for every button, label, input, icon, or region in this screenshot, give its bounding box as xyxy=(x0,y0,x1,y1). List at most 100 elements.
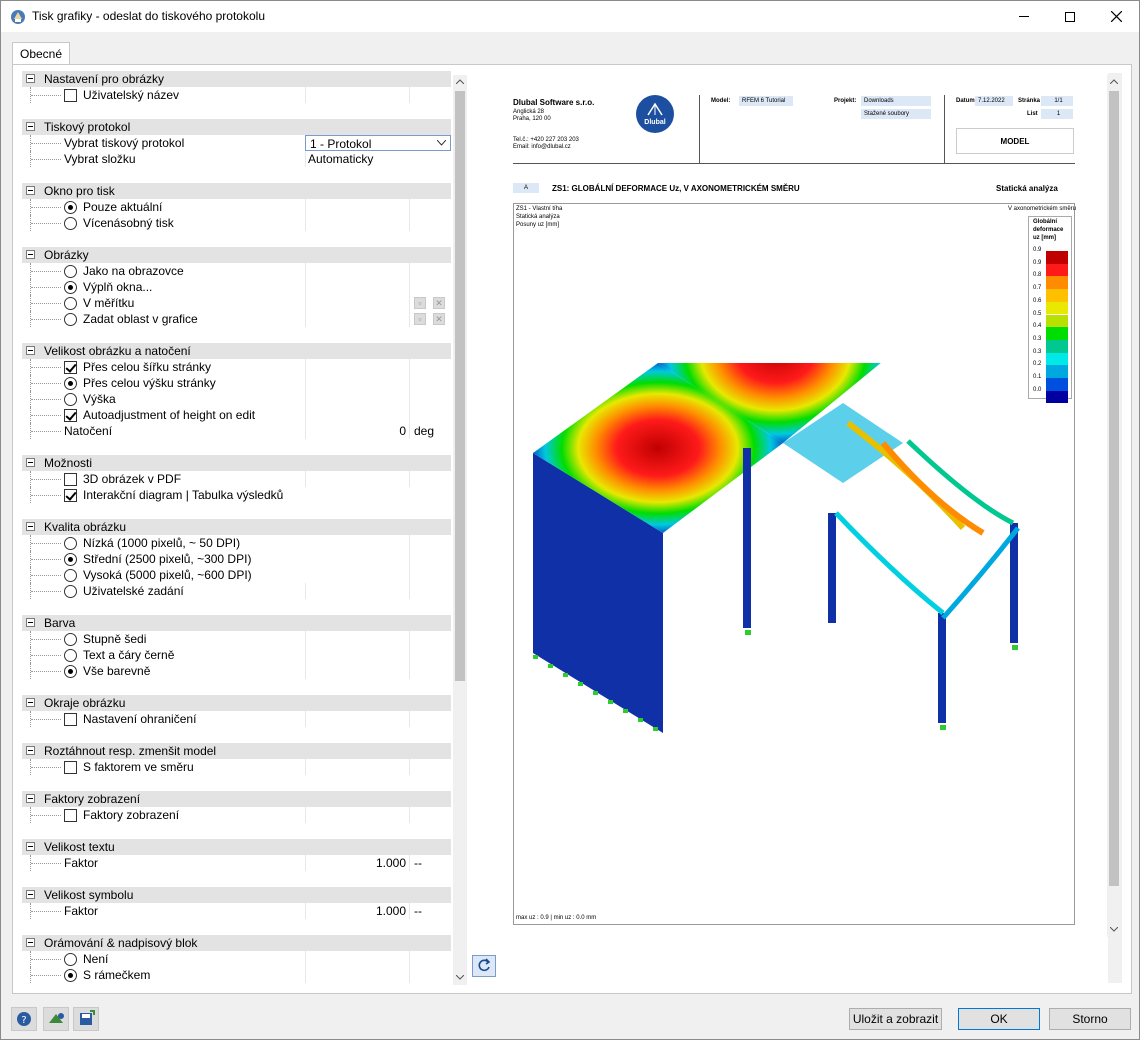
quality-low-radio[interactable] xyxy=(64,537,77,550)
minimize-button[interactable] xyxy=(1001,1,1047,32)
ok-button[interactable]: OK xyxy=(958,1008,1040,1030)
scroll-down-icon[interactable] xyxy=(456,975,464,980)
option-all-color[interactable]: Vše barevně xyxy=(22,663,451,679)
refresh-preview-button[interactable] xyxy=(472,955,496,977)
option-define-area[interactable]: Zadat oblast v grafice ▫ ✕ xyxy=(22,311,451,327)
clear-scale-icon[interactable]: ✕ xyxy=(433,297,445,309)
section-color[interactable]: Barva xyxy=(22,615,451,631)
option-current-only[interactable]: Pouze aktuální xyxy=(22,199,451,215)
interaction-diagram-checkbox[interactable] xyxy=(64,489,77,502)
section-display-factors[interactable]: Faktory zobrazení xyxy=(22,791,451,807)
quality-high-radio[interactable] xyxy=(64,569,77,582)
protocol-select[interactable]: 1 - Protokol xyxy=(305,135,451,151)
units-button[interactable] xyxy=(43,1007,69,1031)
section-frame-titleblock[interactable]: Orámování & nadpisový blok xyxy=(22,935,451,951)
all-color-radio[interactable] xyxy=(64,665,77,678)
quality-user-radio[interactable] xyxy=(64,585,77,598)
settings-scrollbar[interactable] xyxy=(453,75,467,985)
section-image-settings[interactable]: Nastavení pro obrázky xyxy=(22,71,451,87)
tab-general[interactable]: Obecné xyxy=(12,42,70,65)
text-factor-input[interactable]: 1.000 xyxy=(308,856,406,870)
collapse-icon[interactable] xyxy=(26,122,35,131)
section-text-size[interactable]: Velikost textu xyxy=(22,839,451,855)
define-area-radio[interactable] xyxy=(64,313,77,326)
collapse-icon[interactable] xyxy=(26,794,35,803)
collapse-icon[interactable] xyxy=(26,890,35,899)
section-image-quality[interactable]: Kvalita obrázku xyxy=(22,519,451,535)
settings-scroll-thumb[interactable] xyxy=(455,91,465,681)
border-settings-checkbox[interactable] xyxy=(64,713,77,726)
edit-scale-icon[interactable]: ▫ xyxy=(414,297,426,309)
section-image-margins[interactable]: Okraje obrázku xyxy=(22,695,451,711)
collapse-icon[interactable] xyxy=(26,698,35,707)
option-quality-user[interactable]: Uživatelské zadání xyxy=(22,583,451,599)
help-button[interactable]: ? xyxy=(11,1007,37,1031)
save-settings-button[interactable] xyxy=(73,1007,99,1031)
no-frame-radio[interactable] xyxy=(64,953,77,966)
preview-scroll-thumb[interactable] xyxy=(1109,91,1119,886)
collapse-icon[interactable] xyxy=(26,618,35,627)
collapse-icon[interactable] xyxy=(26,346,35,355)
as-on-screen-radio[interactable] xyxy=(64,265,77,278)
current-only-radio[interactable] xyxy=(64,201,77,214)
user-name-checkbox[interactable] xyxy=(64,89,77,102)
preview-scrollbar[interactable] xyxy=(1107,75,1121,937)
collapse-icon[interactable] xyxy=(26,938,35,947)
section-stretch-model[interactable]: Roztáhnout resp. zmenšit model xyxy=(22,743,451,759)
collapse-icon[interactable] xyxy=(26,746,35,755)
height-radio[interactable] xyxy=(64,393,77,406)
save-and-show-button[interactable]: Uložit a zobrazit xyxy=(849,1008,942,1030)
fill-window-radio[interactable] xyxy=(64,281,77,294)
multiple-print-radio[interactable] xyxy=(64,217,77,230)
scroll-up-icon[interactable] xyxy=(456,79,464,84)
option-grayscale[interactable]: Stupně šedi xyxy=(22,631,451,647)
grayscale-radio[interactable] xyxy=(64,633,77,646)
section-print-window[interactable]: Okno pro tisk xyxy=(22,183,451,199)
option-user-name[interactable]: Uživatelský název xyxy=(22,87,451,103)
cancel-button[interactable]: Storno xyxy=(1049,1008,1131,1030)
scroll-down-icon[interactable] xyxy=(1110,927,1118,932)
option-fill-window[interactable]: Výplň okna... xyxy=(22,279,451,295)
with-frame-radio[interactable] xyxy=(64,969,77,982)
option-full-width[interactable]: Přes celou šířku stránky xyxy=(22,359,451,375)
option-border-settings[interactable]: Nastavení ohraničení xyxy=(22,711,451,727)
option-display-factors[interactable]: Faktory zobrazení xyxy=(22,807,451,823)
option-height[interactable]: Výška xyxy=(22,391,451,407)
collapse-icon[interactable] xyxy=(26,186,35,195)
symbol-factor-input[interactable]: 1.000 xyxy=(308,904,406,918)
close-button[interactable] xyxy=(1093,1,1139,32)
option-as-on-screen[interactable]: Jako na obrazovce xyxy=(22,263,451,279)
clear-area-icon[interactable]: ✕ xyxy=(433,313,445,325)
section-image-size-rotation[interactable]: Velikost obrázku a natočení xyxy=(22,343,451,359)
option-black-lines[interactable]: Text a čáry černě xyxy=(22,647,451,663)
collapse-icon[interactable] xyxy=(26,458,35,467)
to-scale-radio[interactable] xyxy=(64,297,77,310)
option-quality-high[interactable]: Vysoká (5000 pixelů, ~600 DPI) xyxy=(22,567,451,583)
collapse-icon[interactable] xyxy=(26,522,35,531)
option-to-scale[interactable]: V měřítku ▫ ✕ xyxy=(22,295,451,311)
section-print-protocol[interactable]: Tiskový protokol xyxy=(22,119,451,135)
option-with-frame[interactable]: S rámečkem xyxy=(22,967,451,983)
section-options[interactable]: Možnosti xyxy=(22,455,451,471)
option-3d-pdf[interactable]: 3D obrázek v PDF xyxy=(22,471,451,487)
option-full-height[interactable]: Přes celou výšku stránky xyxy=(22,375,451,391)
full-width-checkbox[interactable] xyxy=(64,361,77,374)
scroll-up-icon[interactable] xyxy=(1110,79,1118,84)
option-no-frame[interactable]: Není xyxy=(22,951,451,967)
option-factor-direction[interactable]: S faktorem ve směru xyxy=(22,759,451,775)
pick-area-icon[interactable]: ▫ xyxy=(414,313,426,325)
black-lines-radio[interactable] xyxy=(64,649,77,662)
factor-direction-checkbox[interactable] xyxy=(64,761,77,774)
3d-pdf-checkbox[interactable] xyxy=(64,473,77,486)
option-interaction-diagram[interactable]: Interakční diagram | Tabulka výsledků xyxy=(22,487,451,503)
option-quality-low[interactable]: Nízká (1000 pixelů, ~ 50 DPI) xyxy=(22,535,451,551)
option-multiple-print[interactable]: Vícenásobný tisk xyxy=(22,215,451,231)
autoadjust-checkbox[interactable] xyxy=(64,409,77,422)
maximize-button[interactable] xyxy=(1047,1,1093,32)
quality-medium-radio[interactable] xyxy=(64,553,77,566)
section-images[interactable]: Obrázky xyxy=(22,247,451,263)
option-quality-medium[interactable]: Střední (2500 pixelů, ~300 DPI) xyxy=(22,551,451,567)
option-autoadjust[interactable]: Autoadjustment of height on edit xyxy=(22,407,451,423)
full-height-radio[interactable] xyxy=(64,377,77,390)
rotation-input[interactable]: 0 xyxy=(308,424,406,438)
